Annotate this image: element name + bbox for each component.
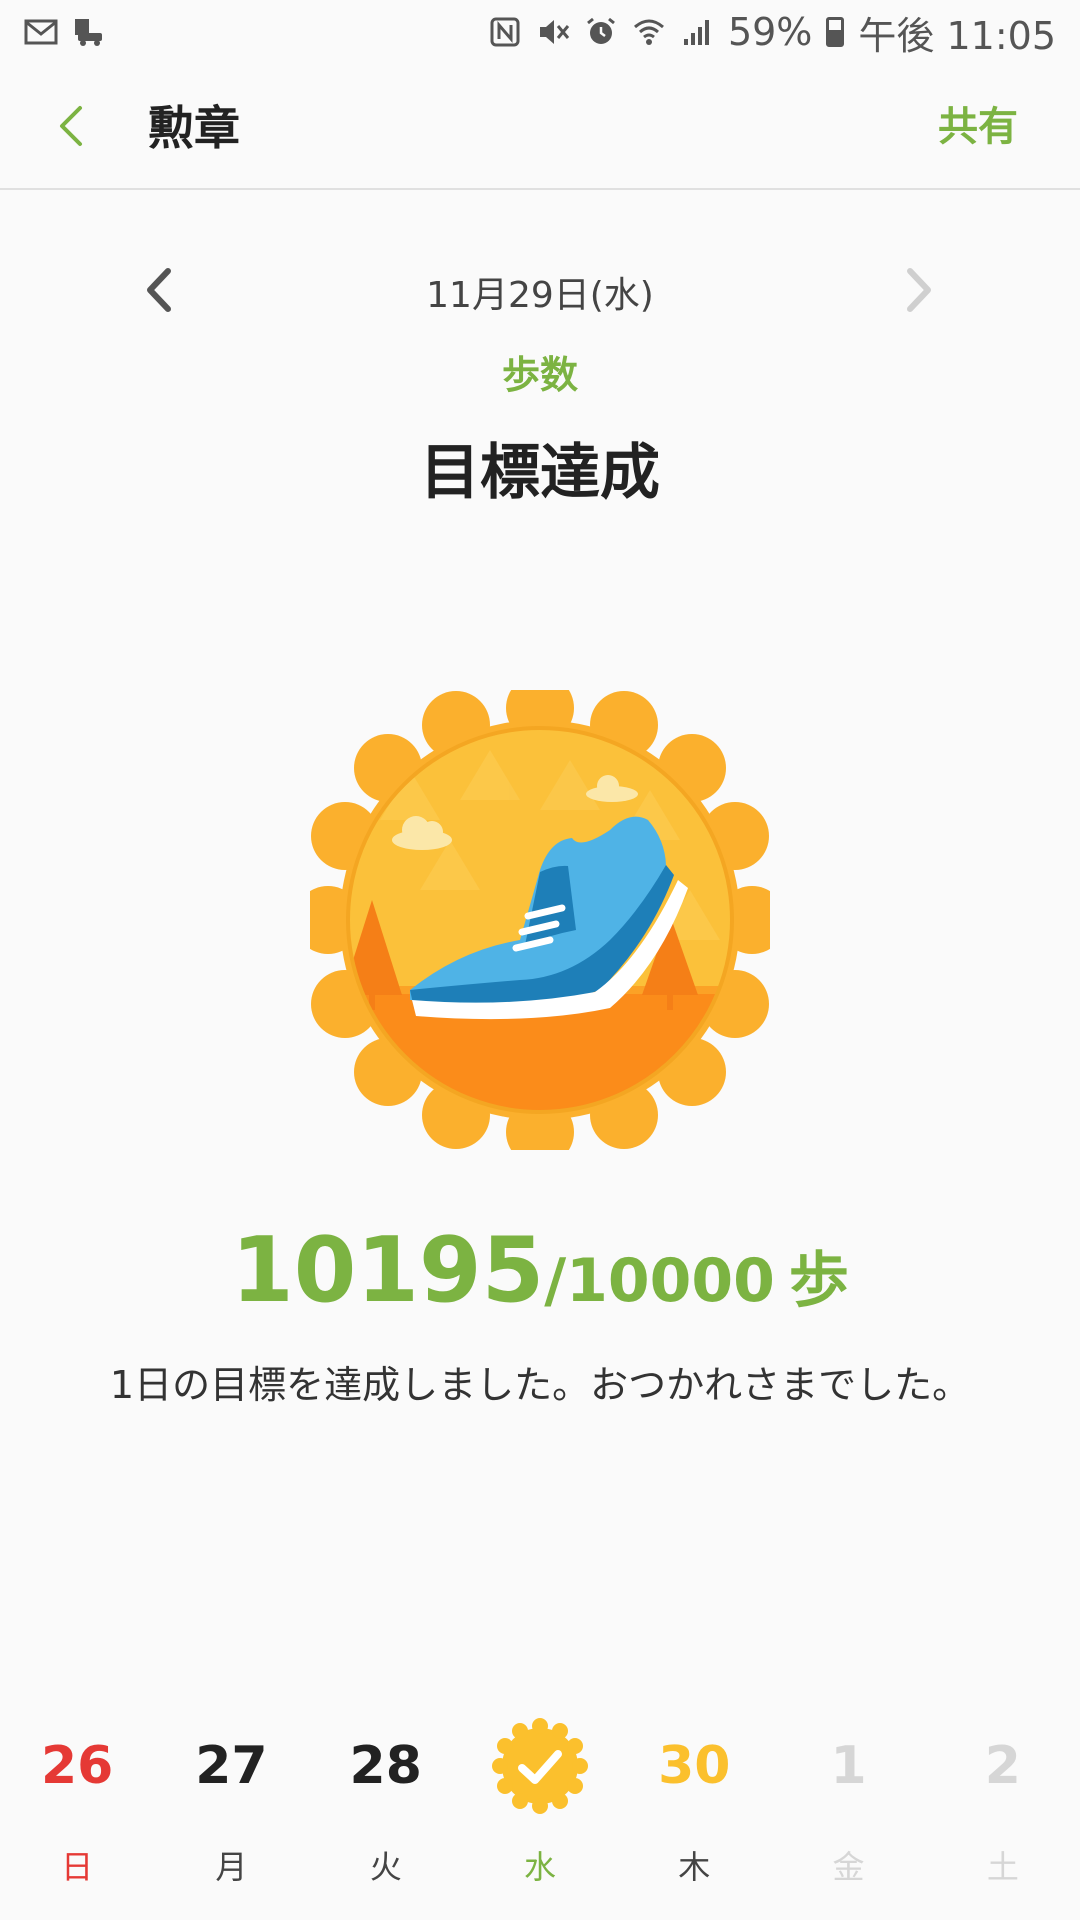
day-number: 26 (40, 1736, 114, 1796)
week-strip: 26 日 27 月 28 火 水 30 木 1 金 2 土 (0, 1718, 1080, 1886)
status-left (24, 17, 106, 47)
badge-title: 目標達成 (420, 438, 660, 508)
day-thursday[interactable]: 30 木 (617, 1718, 771, 1886)
nfc-icon (490, 17, 520, 47)
day-sunday[interactable]: 26 日 (0, 1718, 154, 1886)
day-number: 30 (658, 1736, 731, 1796)
day-name: 日 (61, 1848, 94, 1886)
status-right: 59% 午後 11:05 (488, 5, 1056, 60)
day-wednesday-selected[interactable]: 水 (463, 1718, 617, 1886)
day-number: 28 (349, 1736, 422, 1796)
page-title: 勲章 (148, 101, 240, 155)
day-name: 木 (678, 1848, 711, 1886)
day-saturday[interactable]: 2 土 (926, 1718, 1080, 1886)
day-name: 月 (215, 1848, 248, 1886)
step-goal-badge-icon (310, 690, 770, 1150)
steps-summary: 10195/10000 歩 (0, 1218, 1080, 1323)
app-bar: 勲章 共有 (0, 64, 1080, 190)
wifi-icon (633, 19, 664, 45)
battery-percent: 59% (727, 10, 813, 54)
steps-goal: /10000 (544, 1246, 775, 1316)
date-navigation: 11月29日(水) (0, 250, 1080, 330)
chevron-left-icon (60, 106, 82, 146)
screen: 59% 午後 11:05 勲章 共有 11月29日(水) 歩数 目標達成 101… (0, 0, 1080, 1920)
status-bar: 59% 午後 11:05 (0, 0, 1080, 64)
day-name: 金 (832, 1848, 865, 1886)
steps-unit: 歩 (788, 1246, 849, 1316)
day-number: 27 (195, 1736, 268, 1796)
clock: 午後 11:05 (858, 13, 1056, 58)
back-button[interactable] (40, 94, 104, 158)
day-friday[interactable]: 1 金 (771, 1718, 925, 1886)
day-monday[interactable]: 27 月 (154, 1718, 308, 1886)
car-app-icon (75, 19, 102, 46)
signal-icon (683, 20, 709, 45)
next-day-button[interactable] (888, 260, 948, 320)
alarm-icon (587, 17, 615, 44)
gmail-icon (24, 19, 58, 45)
day-name: 火 (369, 1848, 402, 1886)
day-number: 2 (984, 1736, 1021, 1796)
badge-category: 歩数 (501, 353, 578, 397)
battery-icon (826, 17, 845, 47)
steps-value: 10195 (231, 1218, 545, 1323)
chevron-right-icon (907, 268, 931, 312)
day-tuesday[interactable]: 28 火 (309, 1718, 463, 1886)
share-button[interactable]: 共有 (938, 94, 1018, 152)
day-number: 1 (830, 1736, 867, 1796)
mute-icon (539, 20, 570, 44)
day-name: 土 (986, 1848, 1019, 1886)
check-badge-icon (491, 1718, 588, 1814)
day-name: 水 (523, 1848, 556, 1886)
congratulation-message: 1日の目標を達成しました。おつかれさまでした。 (109, 1363, 971, 1407)
